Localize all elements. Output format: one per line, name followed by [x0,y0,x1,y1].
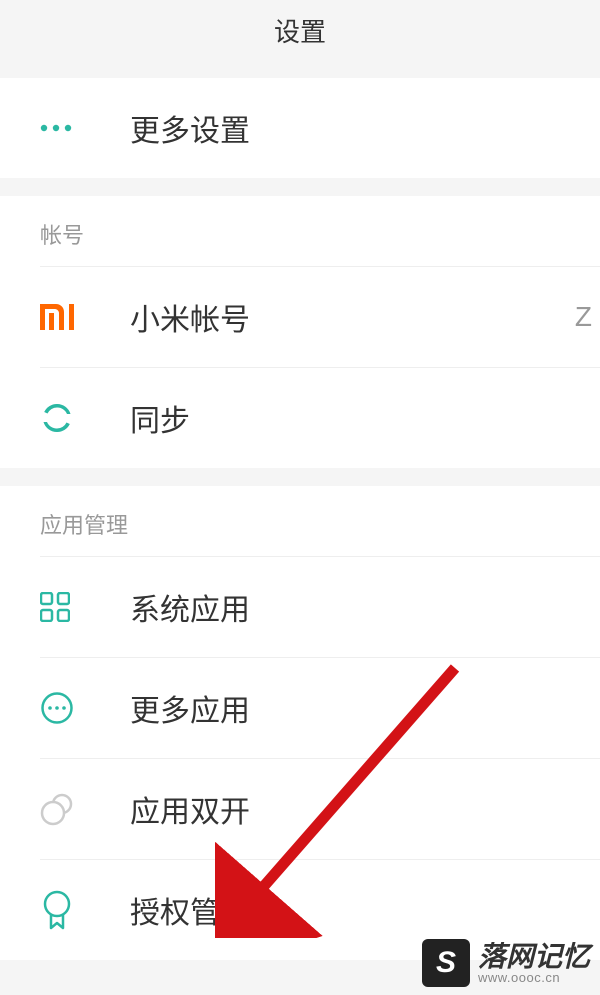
page-header: 设置 [0,0,600,60]
item-dual-apps[interactable]: 应用双开 [0,759,600,859]
watermark: S 落网记忆 www.oooc.cn [422,939,590,987]
item-system-apps[interactable]: 系统应用 [0,557,600,657]
watermark-text: 落网记忆 www.oooc.cn [478,943,590,984]
item-label: 更多设置 [130,106,600,150]
item-more-apps[interactable]: 更多应用 [0,658,600,758]
more-circle-icon [0,691,130,725]
more-dots-icon [0,124,130,132]
section-apps: 应用管理 系统应用 更多应用 [0,486,600,960]
spacer [0,468,600,486]
item-label: 更多应用 [130,686,600,730]
section-header-apps: 应用管理 [0,486,600,556]
item-label: 系统应用 [130,585,600,629]
item-label: 授权管理 [130,888,600,932]
grid-icon [0,592,130,622]
item-label: 小米帐号 [130,295,575,339]
item-label: 应用双开 [130,787,600,831]
badge-icon [0,890,130,930]
item-mi-account[interactable]: 小米帐号 Z [0,267,600,367]
watermark-main: 落网记忆 [478,943,590,971]
section-top: 更多设置 [0,78,600,178]
sync-icon [0,401,130,435]
spacer [0,178,600,196]
spacer [0,60,600,78]
item-more-settings[interactable]: 更多设置 [0,78,600,178]
dual-circles-icon [0,792,130,826]
mi-logo-icon [0,304,130,330]
watermark-url: www.oooc.cn [478,971,590,984]
item-label: 同步 [130,396,600,440]
item-sync[interactable]: 同步 [0,368,600,468]
page-title: 设置 [274,12,326,49]
watermark-logo-icon: S [422,939,470,987]
item-value: Z [575,301,600,333]
section-account: 帐号 小米帐号 Z 同步 [0,196,600,468]
section-header-account: 帐号 [0,196,600,266]
